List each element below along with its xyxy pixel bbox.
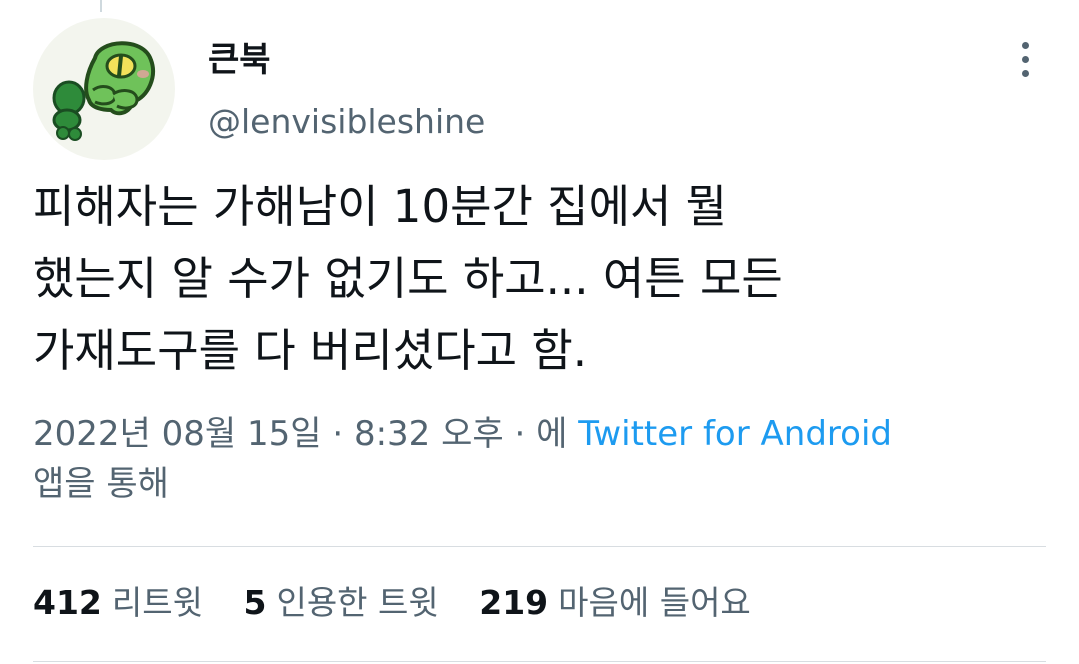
via-prefix: 에 bbox=[536, 414, 568, 454]
divider bbox=[33, 661, 1046, 662]
likes-label: 마음에 들어요 bbox=[558, 583, 751, 622]
user-handle[interactable]: @lenvisibleshine bbox=[208, 100, 485, 144]
separator-dot: · bbox=[332, 414, 354, 454]
retweets-count: 412 bbox=[33, 583, 102, 622]
engagement-stats: 412 리트윗 5 인용한 트윗 219 마음에 들어요 bbox=[33, 578, 781, 628]
quotes-stat[interactable]: 5 인용한 트윗 bbox=[243, 578, 438, 628]
quotes-count: 5 bbox=[243, 583, 267, 622]
tweet-text: 피해자는 가해남이 10분간 집에서 뭘 했는지 알 수가 없기도 하고... … bbox=[33, 171, 1043, 387]
likes-stat[interactable]: 219 마음에 들어요 bbox=[479, 578, 751, 628]
thread-connector-line bbox=[100, 0, 102, 12]
tweet-text-line: 가재도구를 다 버리셨다고 함. bbox=[33, 324, 588, 377]
display-name[interactable]: 큰북 bbox=[208, 38, 271, 82]
avatar[interactable] bbox=[33, 18, 175, 160]
tweet-date[interactable]: 2022년 08월 15일 bbox=[33, 414, 322, 454]
more-options-icon[interactable] bbox=[1008, 40, 1044, 80]
via-suffix: 앱을 통해 bbox=[33, 464, 169, 504]
tweet-time[interactable]: 8:32 오후 bbox=[354, 414, 504, 454]
tweet-text-line: 했는지 알 수가 없기도 하고... 여튼 모든 bbox=[33, 252, 783, 305]
quotes-label: 인용한 트윗 bbox=[276, 583, 439, 622]
source-link[interactable]: Twitter for Android bbox=[578, 414, 892, 454]
separator-dot: · bbox=[514, 414, 537, 454]
divider bbox=[33, 546, 1046, 547]
retweets-label: 리트윗 bbox=[111, 583, 203, 622]
tweet-metadata: 2022년 08월 15일 · 8:32 오후 · 에 Twitter for … bbox=[33, 409, 1043, 509]
likes-count: 219 bbox=[479, 583, 549, 622]
green-monster-avatar-icon bbox=[52, 41, 155, 141]
tweet-text-line: 피해자는 가해남이 10분간 집에서 뭘 bbox=[33, 180, 728, 233]
retweets-stat[interactable]: 412 리트윗 bbox=[33, 578, 203, 628]
